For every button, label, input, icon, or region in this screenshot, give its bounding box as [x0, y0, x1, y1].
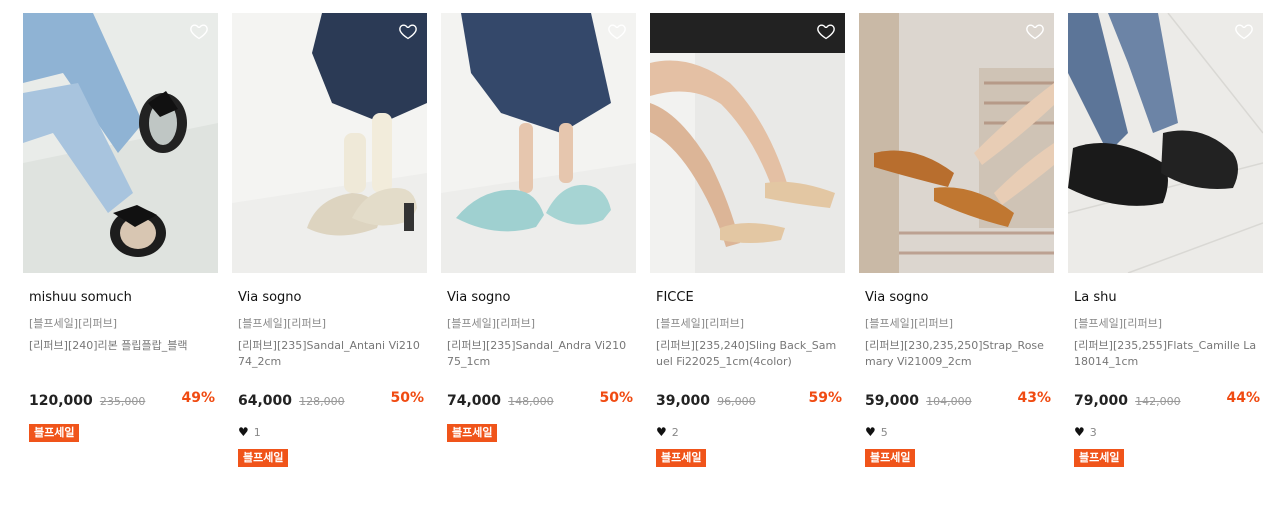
product-photo-sling-back: [650, 13, 845, 273]
price-row: 120,000 235,000 49%: [29, 390, 215, 410]
product-tag: [블프세일][리퍼브]: [447, 317, 536, 330]
sale-badge: 블프세일: [29, 424, 80, 442]
like-count-value: 5: [880, 425, 888, 439]
like-count-value: 3: [1089, 425, 1097, 439]
sale-badge: 블프세일: [656, 449, 707, 467]
product-card[interactable]: FICCE [블프세일][리퍼브] [리퍼브][235,240]Sling Ba…: [650, 13, 845, 467]
sale-price: 120,000: [29, 393, 93, 409]
sale-price: 64,000: [238, 393, 293, 409]
product-image[interactable]: [441, 13, 636, 273]
product-tag: [블프세일][리퍼브]: [1074, 317, 1163, 330]
heart-outline-icon[interactable]: [607, 21, 627, 41]
heart-outline-icon[interactable]: [1025, 21, 1045, 41]
product-tag: [블프세일][리퍼브]: [29, 317, 118, 330]
product-brand[interactable]: FICCE: [656, 290, 694, 305]
product-photo-flats-camille: [1068, 13, 1263, 273]
product-image[interactable]: [23, 13, 218, 273]
product-image[interactable]: [1068, 13, 1263, 273]
product-tag: [블프세일][리퍼브]: [238, 317, 327, 330]
product-brand[interactable]: Via sogno: [865, 290, 929, 305]
product-grid: mishuu somuch [블프세일][리퍼브] [리퍼브][240]리본 플…: [0, 0, 1268, 506]
heart-outline-icon[interactable]: [189, 21, 209, 41]
heart-outline-icon[interactable]: [816, 21, 836, 41]
product-brand[interactable]: La shu: [1074, 290, 1117, 305]
sale-price: 39,000: [656, 393, 711, 409]
product-brand[interactable]: mishuu somuch: [29, 290, 132, 305]
sale-price: 74,000: [447, 393, 502, 409]
discount-rate: 49%: [181, 390, 215, 406]
price-row: 39,000 96,000 59%: [656, 390, 842, 410]
like-count-value: 2: [671, 425, 679, 439]
product-image[interactable]: [232, 13, 427, 273]
sale-price: 79,000: [1074, 393, 1129, 409]
like-count-value: 1: [253, 425, 261, 439]
discount-rate: 43%: [1017, 390, 1051, 406]
product-card[interactable]: Via sogno [블프세일][리퍼브] [리퍼브][235]Sandal_A…: [232, 13, 427, 467]
product-card[interactable]: Via sogno [블프세일][리퍼브] [리퍼브][230,235,250]…: [859, 13, 1054, 467]
product-card[interactable]: Via sogno [블프세일][리퍼브] [리퍼브][235]Sandal_A…: [441, 13, 636, 442]
sale-badge: 블프세일: [1074, 449, 1125, 467]
original-price: 148,000: [508, 395, 554, 408]
product-tag: [블프세일][리퍼브]: [656, 317, 745, 330]
sale-price: 59,000: [865, 393, 920, 409]
original-price: 104,000: [926, 395, 972, 408]
product-brand[interactable]: Via sogno: [238, 290, 302, 305]
product-photo-sandal-antani: [232, 13, 427, 273]
original-price: 128,000: [299, 395, 345, 408]
price-row: 64,000 128,000 50%: [238, 390, 424, 410]
sale-badge: 블프세일: [865, 449, 916, 467]
original-price: 235,000: [99, 395, 146, 408]
product-photo-sandal-andra: [441, 13, 636, 273]
like-count[interactable]: ♥ 1: [238, 425, 261, 439]
discount-rate: 50%: [599, 390, 633, 406]
price-row: 59,000 104,000 43%: [865, 390, 1051, 410]
discount-rate: 59%: [808, 390, 842, 406]
heart-outline-icon[interactable]: [398, 21, 418, 41]
product-photo-strap-rosemary: [859, 13, 1054, 273]
product-name[interactable]: [리퍼브][235,255]Flats_Camille La18014_1cm: [1074, 338, 1260, 370]
product-image[interactable]: [650, 13, 845, 273]
heart-filled-icon: ♥: [238, 425, 249, 439]
product-tag: [블프세일][리퍼브]: [865, 317, 954, 330]
like-count[interactable]: ♥ 3: [1074, 425, 1097, 439]
product-card[interactable]: mishuu somuch [블프세일][리퍼브] [리퍼브][240]리본 플…: [23, 13, 218, 442]
heart-filled-icon: ♥: [1074, 425, 1085, 439]
product-name[interactable]: [리퍼브][235]Sandal_Andra Vi21075_1cm: [447, 338, 633, 370]
product-card[interactable]: La shu [블프세일][리퍼브] [리퍼브][235,255]Flats_C…: [1068, 13, 1263, 467]
like-count[interactable]: ♥ 2: [656, 425, 679, 439]
discount-rate: 44%: [1226, 390, 1260, 406]
product-brand[interactable]: Via sogno: [447, 290, 511, 305]
product-image[interactable]: [859, 13, 1054, 273]
price-row: 74,000 148,000 50%: [447, 390, 633, 410]
product-name[interactable]: [리퍼브][235,240]Sling Back_Samuel Fi22025_…: [656, 338, 842, 370]
product-name[interactable]: [리퍼브][240]리본 플립플랍_블랙: [29, 338, 215, 354]
original-price: 142,000: [1135, 395, 1181, 408]
original-price: 96,000: [717, 395, 756, 408]
discount-rate: 50%: [390, 390, 424, 406]
sale-badge: 블프세일: [447, 424, 498, 442]
like-count[interactable]: ♥ 5: [865, 425, 888, 439]
heart-filled-icon: ♥: [865, 425, 876, 439]
product-name[interactable]: [리퍼브][230,235,250]Strap_Rosemary Vi21009…: [865, 338, 1051, 370]
product-name[interactable]: [리퍼브][235]Sandal_Antani Vi21074_2cm: [238, 338, 424, 370]
heart-filled-icon: ♥: [656, 425, 667, 439]
price-row: 79,000 142,000 44%: [1074, 390, 1260, 410]
sale-badge: 블프세일: [238, 449, 289, 467]
heart-outline-icon[interactable]: [1234, 21, 1254, 41]
product-photo-flip-flops: [23, 13, 218, 273]
